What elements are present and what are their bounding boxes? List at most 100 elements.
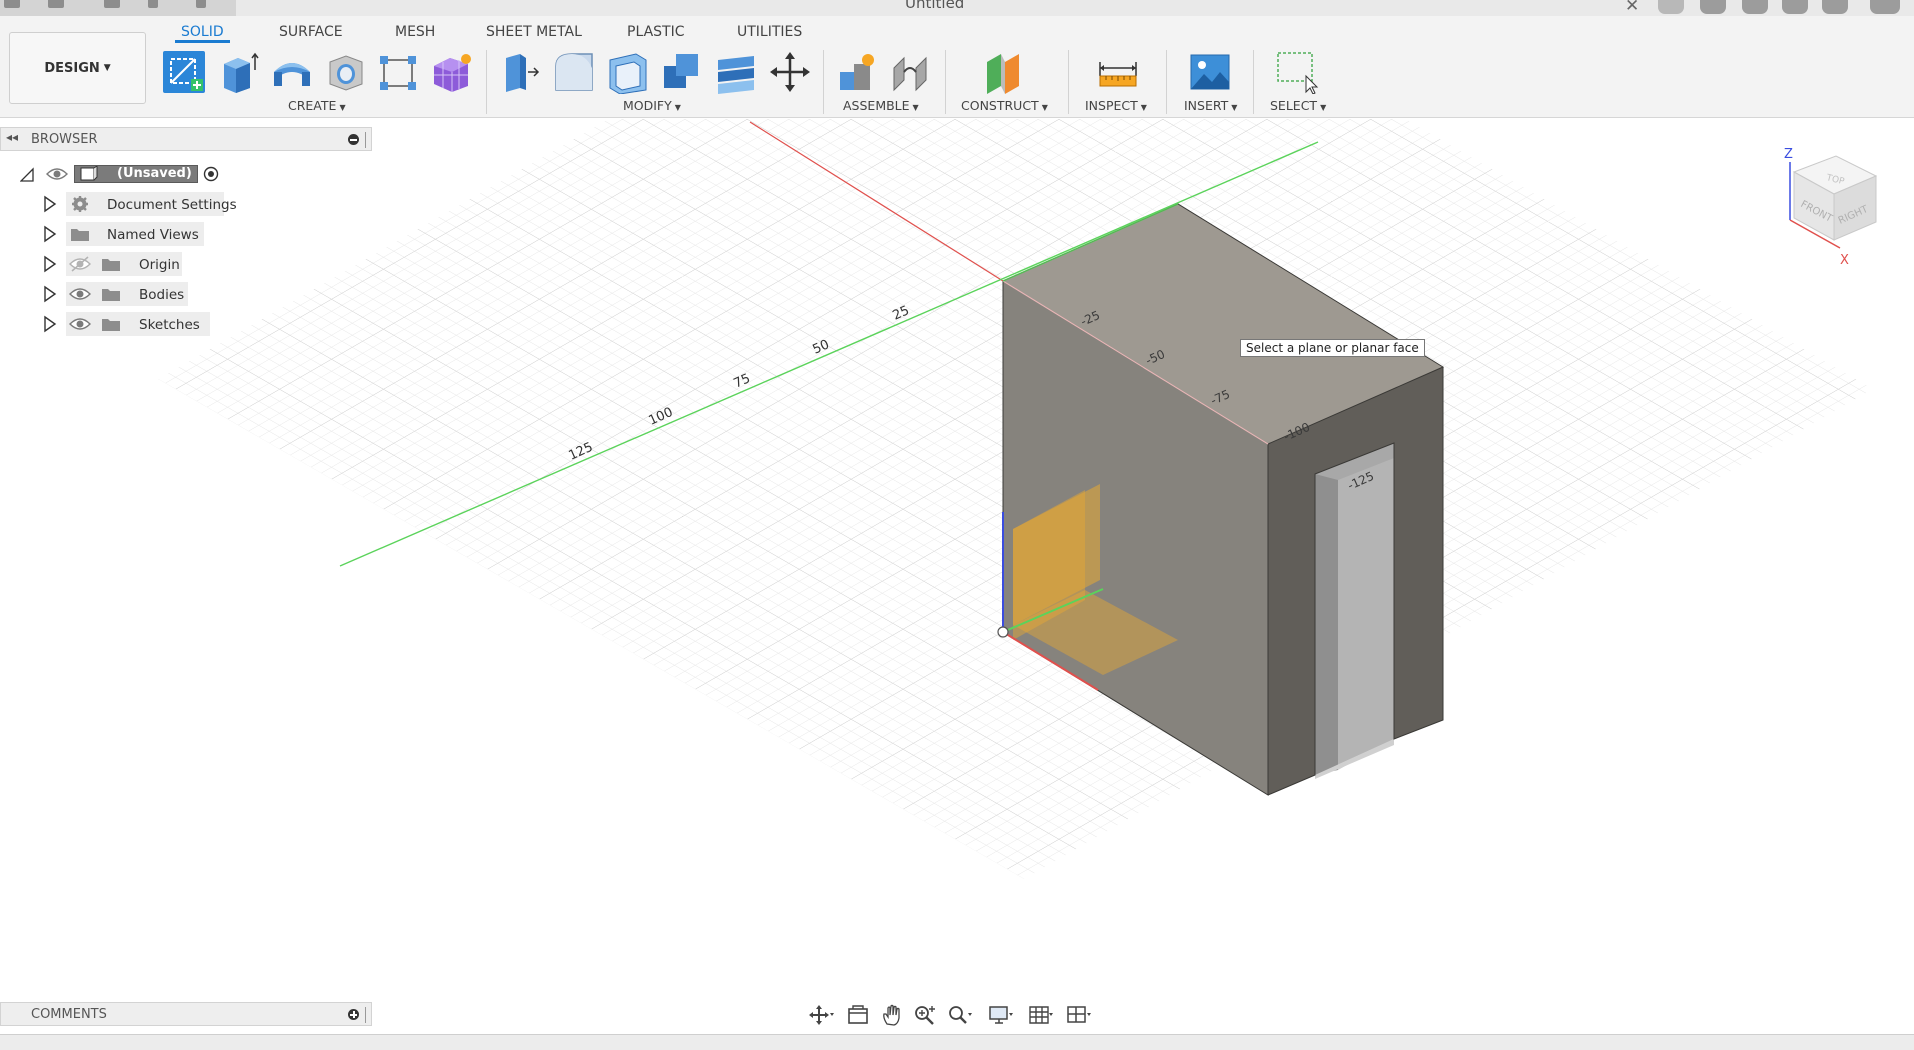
new-tab-icon[interactable] (1658, 0, 1684, 14)
revolve-tool[interactable] (270, 50, 314, 94)
job-status-icon[interactable] (1700, 0, 1726, 14)
measure-tool[interactable] (1096, 50, 1140, 94)
help-icon[interactable] (1822, 0, 1848, 14)
viewcube-z-label: Z (1784, 147, 1793, 162)
extrude-tool[interactable] (216, 50, 260, 94)
comments-panel-header[interactable]: COMMENTS (0, 1002, 372, 1026)
browser-item-named-views[interactable]: Named Views (0, 221, 240, 247)
display-settings-icon[interactable] (988, 1004, 1014, 1026)
browser-item-document-settings[interactable]: Document Settings (0, 191, 240, 217)
caret-down-icon: ▼ (103, 63, 111, 73)
visibility-eye-icon[interactable] (46, 165, 68, 183)
browser-item-sketches[interactable]: Sketches (0, 311, 240, 337)
expand-triangle-icon[interactable] (43, 225, 57, 243)
caret-down-icon: ▼ (674, 103, 681, 112)
browser-item-origin[interactable]: Origin (0, 251, 240, 277)
tab-mesh[interactable]: MESH (395, 22, 435, 42)
tab-sheet-metal[interactable]: SHEET METAL (486, 22, 582, 42)
offset-face-tool[interactable] (714, 50, 758, 94)
workspace-switcher-button[interactable]: DESIGN ▼ (9, 32, 146, 104)
navigation-bar (800, 1000, 1100, 1030)
fillet-tool[interactable] (552, 50, 596, 94)
window-select-tool[interactable] (1275, 50, 1319, 95)
new-component-icon (840, 54, 874, 90)
pattern-icon (380, 56, 416, 90)
collapse-triangle-icon[interactable] (20, 165, 34, 183)
press-pull-tool[interactable] (498, 50, 542, 94)
panel-grip-handle[interactable] (365, 132, 368, 148)
tab-plastic[interactable]: PLASTIC (627, 22, 684, 42)
move-copy-tool[interactable] (768, 50, 812, 94)
look-at-icon[interactable] (846, 1004, 872, 1026)
folder-icon (71, 229, 89, 241)
extensions-icon[interactable] (1742, 0, 1768, 14)
construct-menu[interactable]: CONSTRUCT ▼ (961, 98, 1048, 113)
grid-settings-icon[interactable] (1028, 1004, 1054, 1026)
tree-item-label: Document Settings (107, 197, 237, 213)
hole-tool[interactable] (324, 50, 368, 94)
hidden-eye-icon[interactable] (69, 255, 91, 273)
toolbar-separator (823, 50, 824, 114)
offset-plane-tool[interactable] (983, 50, 1027, 94)
modify-menu-label: MODIFY (623, 98, 672, 113)
folder-icon (102, 259, 120, 271)
expand-triangle-icon[interactable] (43, 285, 57, 303)
user-avatar[interactable] (1870, 0, 1900, 14)
construct-menu-label: CONSTRUCT (961, 98, 1039, 113)
undo-icon[interactable] (148, 0, 158, 8)
save-icon[interactable] (104, 0, 120, 8)
add-comment-icon[interactable] (348, 1009, 359, 1020)
modify-menu[interactable]: MODIFY ▼ (623, 98, 681, 113)
panel-pin-icon[interactable] (348, 134, 359, 145)
browser-title: BROWSER (31, 132, 98, 147)
select-menu[interactable]: SELECT ▼ (1270, 98, 1326, 113)
tree-item-label: Bodies (139, 287, 185, 303)
fit-zoom-icon[interactable] (946, 1004, 972, 1026)
tab-solid[interactable]: SOLID (175, 22, 230, 43)
inspect-menu[interactable]: INSPECT ▼ (1085, 98, 1147, 113)
insert-image-icon (1190, 54, 1230, 90)
expand-triangle-icon[interactable] (43, 315, 57, 333)
new-component-tool[interactable] (834, 50, 878, 94)
collapse-panel-icon[interactable]: ◂◂ (6, 130, 18, 144)
create-sketch-tool[interactable] (162, 50, 206, 94)
redo-icon[interactable] (196, 0, 206, 8)
origin-point[interactable] (997, 626, 1009, 638)
joint-tool[interactable] (888, 50, 932, 94)
apps-icon[interactable] (4, 0, 20, 8)
file-icon[interactable] (48, 0, 64, 8)
create-menu[interactable]: CREATE ▼ (288, 98, 346, 113)
visibility-eye-icon[interactable] (69, 285, 91, 303)
view-cube[interactable]: Z X TOP FRONT RIGHT (1768, 140, 1888, 270)
browser-item-bodies[interactable]: Bodies (0, 281, 240, 307)
tab-utilities[interactable]: UTILITIES (737, 22, 802, 42)
zoom-icon[interactable] (912, 1004, 938, 1026)
toolbar-separator (1068, 50, 1069, 114)
3d-viewport[interactable]: 125 100 75 50 25 -25 -50 -75 -100 -125 (0, 119, 1914, 1009)
orbit-icon[interactable] (808, 1004, 834, 1026)
folder-icon (102, 319, 120, 331)
activate-component-icon[interactable] (203, 166, 219, 182)
extrude-icon (224, 52, 259, 93)
toolbar-separator (1253, 50, 1254, 114)
notifications-icon[interactable] (1782, 0, 1808, 14)
pattern-tool[interactable] (376, 50, 420, 94)
combine-tool[interactable] (660, 50, 704, 94)
toolbar-ribbon: DESIGN ▼ SOLID SURFACE MESH SHEET METAL P… (0, 16, 1914, 118)
insert-menu[interactable]: INSERT ▼ (1184, 98, 1237, 113)
browser-panel-header[interactable]: ◂◂ BROWSER (0, 127, 372, 151)
insert-canvas-tool[interactable] (1188, 50, 1232, 94)
tab-surface[interactable]: SURFACE (279, 22, 343, 42)
assemble-menu[interactable]: ASSEMBLE ▼ (843, 98, 919, 113)
comments-title: COMMENTS (31, 1007, 107, 1022)
offset-face-icon (718, 56, 754, 94)
panel-grip-handle[interactable] (365, 1007, 368, 1023)
viewports-icon[interactable] (1066, 1004, 1092, 1026)
expand-triangle-icon[interactable] (43, 195, 57, 213)
close-tab-icon[interactable]: ✕ (1625, 0, 1639, 16)
form-tool[interactable] (430, 50, 474, 94)
shell-tool[interactable] (606, 50, 650, 95)
expand-triangle-icon[interactable] (43, 255, 57, 273)
pan-hand-icon[interactable] (880, 1004, 906, 1026)
visibility-eye-icon[interactable] (69, 315, 91, 333)
